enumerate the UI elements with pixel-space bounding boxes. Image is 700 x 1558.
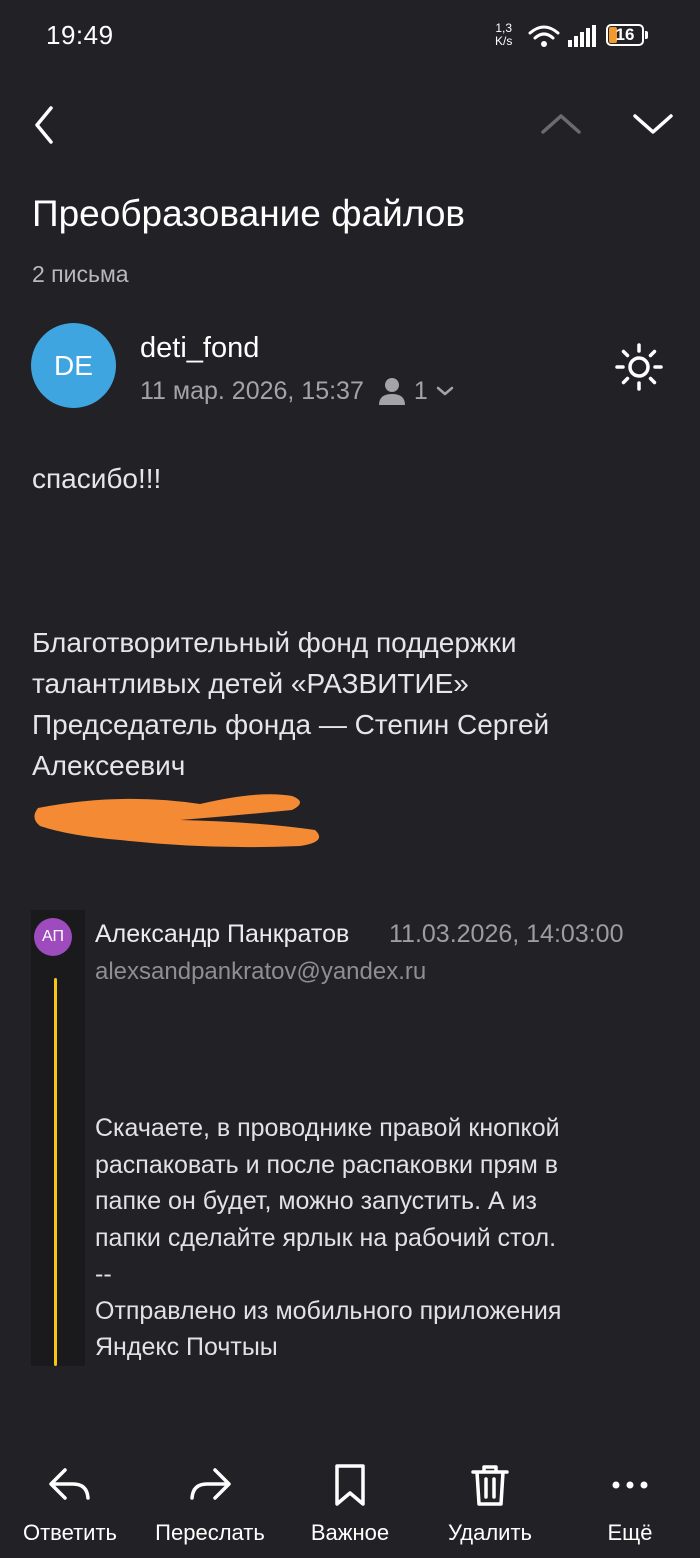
redaction-scribble — [34, 794, 320, 848]
chevron-left-icon[interactable] — [26, 100, 66, 150]
delete-label: Удалить — [448, 1520, 532, 1545]
signature-line: Алексеевич — [32, 750, 186, 781]
message-greeting: спасибо!!! — [32, 463, 162, 494]
quote-gutter — [31, 910, 85, 1366]
sender-name[interactable]: deti_fond — [140, 332, 259, 365]
forward-icon — [190, 1468, 231, 1500]
thread-title: Преобразование файлов — [32, 193, 466, 234]
status-time: 19:49 — [46, 20, 114, 50]
forward-label: Переслать — [155, 1520, 265, 1545]
important-button[interactable]: Важное — [280, 1462, 420, 1546]
chevron-up-icon[interactable] — [538, 108, 584, 138]
message-date: 11 мар. 2026, 15:37 — [140, 376, 364, 405]
quote-accent-line — [54, 978, 57, 1366]
message-meta[interactable]: 11 мар. 2026, 15:37 1 — [140, 376, 454, 406]
thread-count: 2 письма — [32, 261, 129, 287]
network-speed-unit: K/s — [495, 34, 513, 48]
brightness-icon[interactable] — [614, 342, 664, 392]
wifi-icon — [528, 25, 560, 47]
quoted-sender-avatar: АП — [34, 918, 72, 956]
signature-line: Председатель фонда — Степин Сергей — [32, 709, 550, 740]
network-speed: 1,3 K/s — [495, 22, 512, 48]
quoted-body-line: Скачаете, в проводнике правой кнопкой — [95, 1114, 560, 1142]
quoted-sender-name: Александр Панкратов — [95, 920, 350, 948]
forward-button[interactable]: Переслать — [140, 1462, 280, 1546]
bookmark-icon — [335, 1464, 365, 1506]
quoted-body-line: -- — [95, 1260, 112, 1288]
signal-icon — [568, 25, 596, 47]
quoted-body-line: папке он будет, можно запустить. А из — [95, 1187, 538, 1215]
recipients-count: 1 — [413, 376, 428, 405]
quoted-email[interactable]: alexsandpankratov@yandex.ru — [95, 958, 426, 986]
message-signature: Благотворительный фонд поддержки талантл… — [32, 622, 672, 786]
chevron-down-small-icon — [436, 386, 454, 396]
quoted-date: 11.03.2026, 14:03:00 — [389, 920, 624, 948]
important-label: Важное — [310, 1520, 390, 1545]
quoted-body: Скачаете, в проводнике правой кнопкой ра… — [95, 1110, 675, 1366]
battery-level: 16 — [615, 25, 635, 44]
reply-label: Ответить — [22, 1520, 118, 1545]
more-button[interactable]: Ещё — [560, 1462, 700, 1546]
reply-button[interactable]: Ответить — [0, 1462, 140, 1546]
trash-icon — [471, 1465, 509, 1506]
quoted-body-line: распаковать и после распаковки прям в — [95, 1150, 559, 1179]
signature-line: Благотворительный фонд поддержки — [32, 627, 517, 658]
quoted-body-line: Яндекс Почтыы — [95, 1333, 278, 1361]
quoted-body-line: папки сделайте ярлык на рабочий стол. — [95, 1223, 557, 1252]
battery-icon: 16 — [606, 24, 644, 46]
battery-tip — [645, 31, 648, 39]
signature-line: талантливых детей «РАЗВИТИЕ» — [32, 668, 469, 699]
person-icon — [378, 378, 405, 405]
action-bar: Ответить Переслать Важное Удалить Ещё — [0, 1462, 700, 1558]
more-label: Ещё — [607, 1520, 653, 1545]
chevron-down-icon[interactable] — [630, 108, 676, 138]
delete-button[interactable]: Удалить — [420, 1462, 560, 1546]
sender-avatar[interactable]: DE — [31, 323, 116, 408]
quoted-body-line: Отправлено из мобильного приложения — [95, 1296, 562, 1325]
more-icon — [612, 1481, 648, 1489]
reply-icon — [49, 1468, 90, 1500]
